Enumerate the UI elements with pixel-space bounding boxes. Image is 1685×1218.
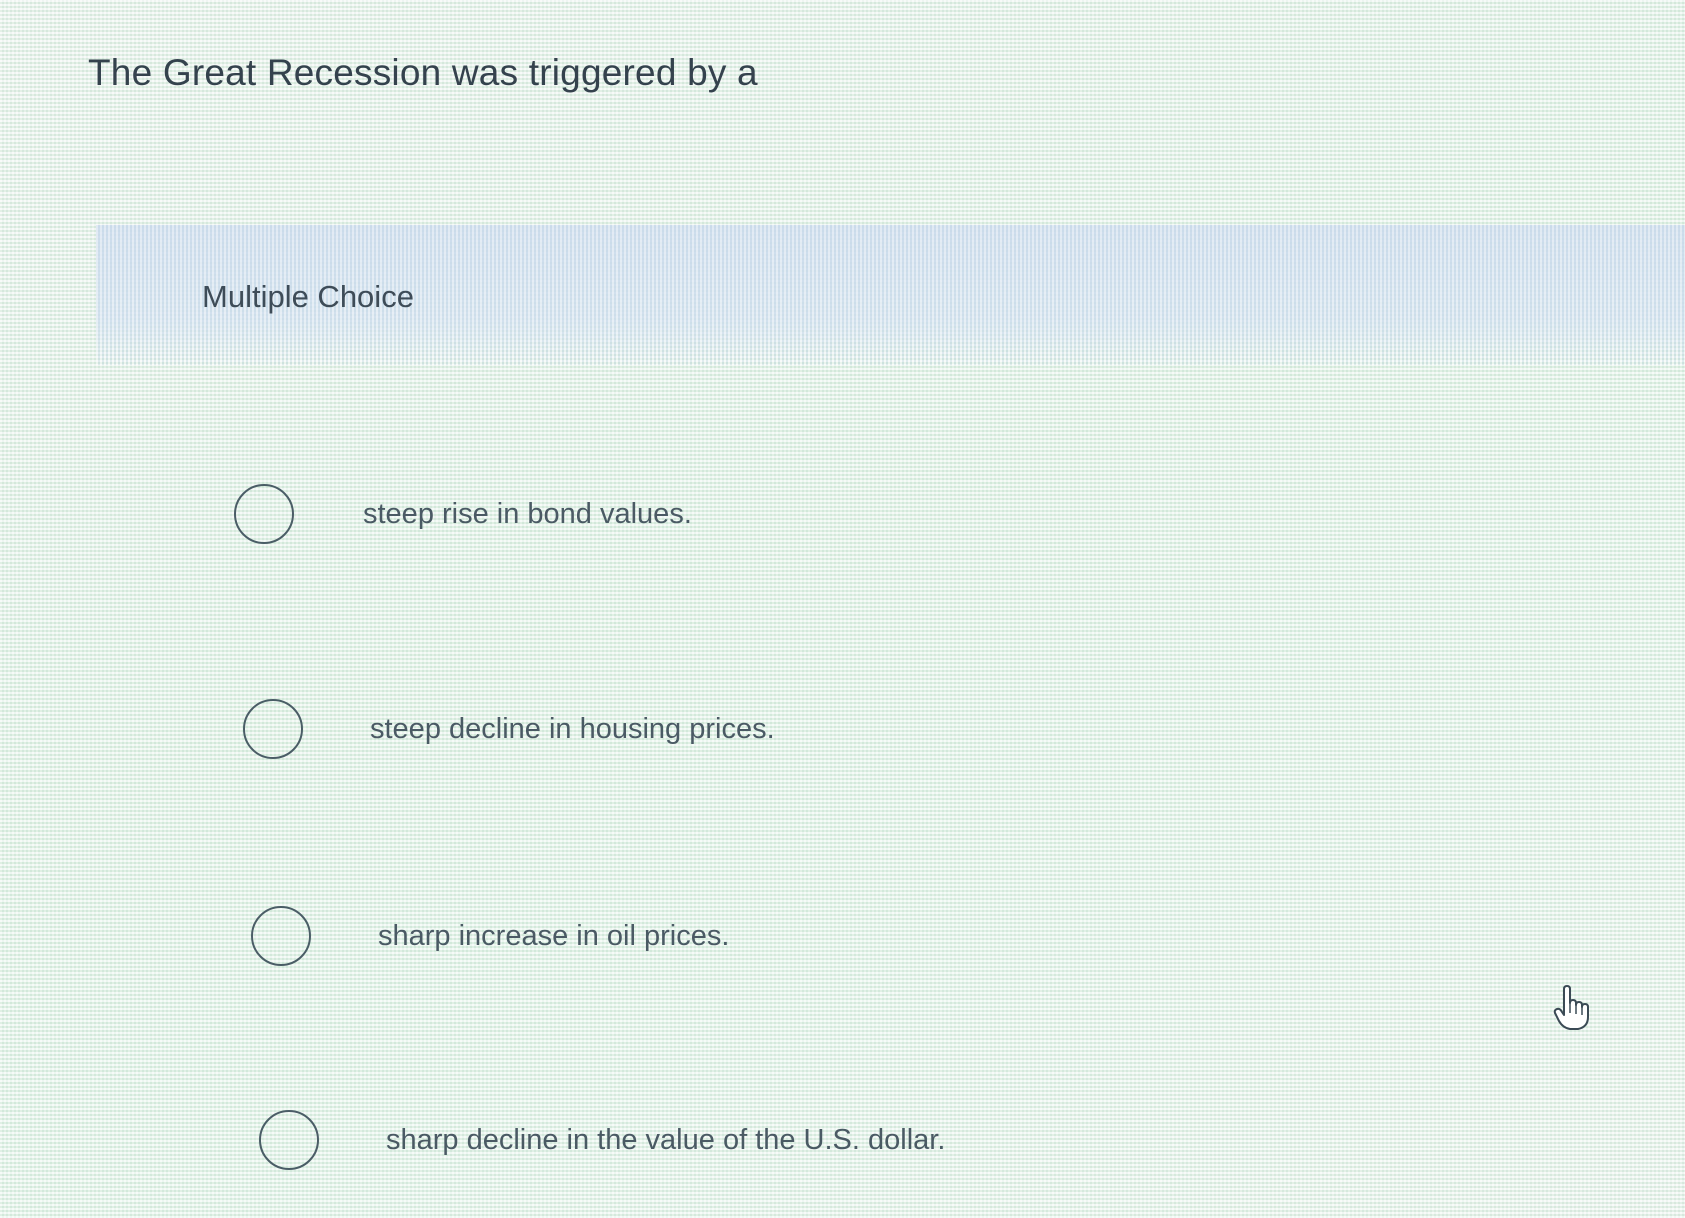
answer-option-3[interactable]: sharp increase in oil prices. bbox=[251, 906, 729, 966]
radio-button-4[interactable] bbox=[259, 1110, 319, 1170]
radio-button-1[interactable] bbox=[234, 484, 294, 544]
radio-button-3[interactable] bbox=[251, 906, 311, 966]
answer-options: steep rise in bond values. steep decline… bbox=[0, 0, 1685, 1218]
answer-option-1[interactable]: steep rise in bond values. bbox=[234, 484, 692, 544]
hand-pointer-icon bbox=[1553, 985, 1589, 1030]
answer-option-3-label: sharp increase in oil prices. bbox=[378, 919, 730, 952]
radio-button-2[interactable] bbox=[243, 699, 303, 759]
answer-option-1-label: steep rise in bond values. bbox=[363, 497, 692, 530]
answer-option-2[interactable]: steep decline in housing prices. bbox=[243, 699, 775, 759]
answer-option-4[interactable]: sharp decline in the value of the U.S. d… bbox=[259, 1110, 945, 1170]
answer-option-2-label: steep decline in housing prices. bbox=[370, 712, 775, 745]
answer-option-4-label: sharp decline in the value of the U.S. d… bbox=[386, 1123, 946, 1156]
